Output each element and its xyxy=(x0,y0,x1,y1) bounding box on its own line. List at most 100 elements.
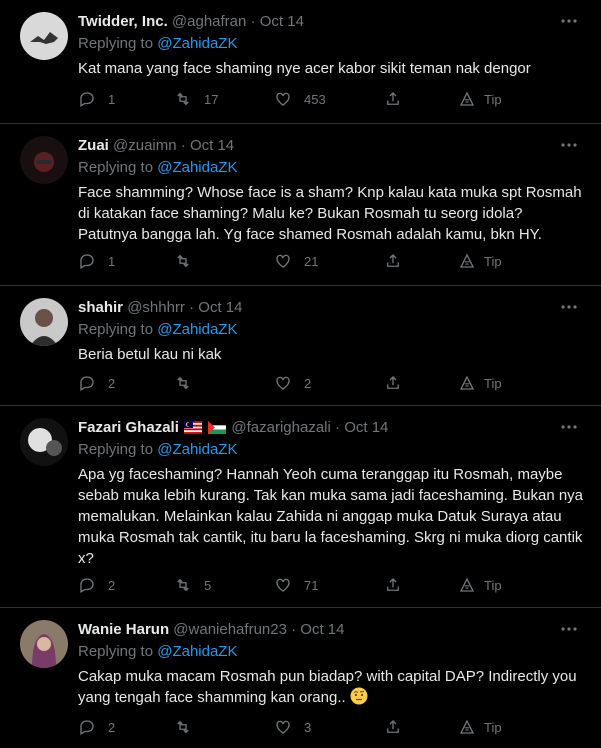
user-handle[interactable]: @zuaimn xyxy=(113,137,177,154)
retweet-button[interactable] xyxy=(174,716,204,738)
tweet-text: Beria betul kau ni kak xyxy=(78,346,222,363)
tweet-date[interactable]: Oct 14 xyxy=(198,299,242,316)
retweet-count: 17 xyxy=(204,91,219,107)
tweet[interactable]: shahir @shhhrr · Oct 14 Replying to @Zah… xyxy=(0,286,601,406)
display-name[interactable]: Twidder, Inc. xyxy=(78,13,168,30)
retweet-icon xyxy=(177,578,189,592)
more-icon[interactable] xyxy=(559,300,579,314)
reply-count: 2 xyxy=(108,375,116,391)
tweet[interactable]: Zuai @zuaimn · Oct 14 Replying to @Zahid… xyxy=(0,124,601,286)
share-icon xyxy=(387,376,399,389)
replying-to-link[interactable]: @ZahidaZK xyxy=(157,159,237,176)
tip-button[interactable]: Tip xyxy=(458,250,502,272)
avatar[interactable] xyxy=(20,136,68,184)
avatar[interactable] xyxy=(20,298,68,346)
tweet[interactable]: Wanie Harun @waniehafrun23 · Oct 14 Repl… xyxy=(0,608,601,748)
replying-to: Replying to @ZahidaZK xyxy=(78,440,583,460)
more-icon[interactable] xyxy=(559,14,579,28)
more-icon[interactable] xyxy=(559,138,579,152)
like-count: 3 xyxy=(304,719,312,735)
tip-icon xyxy=(459,91,475,106)
reply-button[interactable]: 2 xyxy=(78,574,115,596)
tip-label: Tip xyxy=(484,719,502,735)
share-button[interactable] xyxy=(384,574,414,596)
reply-button[interactable]: 1 xyxy=(78,88,115,110)
replying-to-prefix: Replying to xyxy=(78,159,158,176)
retweet-count: 5 xyxy=(204,577,212,593)
user-handle[interactable]: @shhhrr xyxy=(127,299,185,316)
retweet-button[interactable] xyxy=(174,372,204,394)
share-button[interactable] xyxy=(384,372,414,394)
replying-to-link[interactable]: @ZahidaZK xyxy=(157,321,237,338)
replying-to: Replying to @ZahidaZK xyxy=(78,320,583,340)
share-icon xyxy=(387,254,399,267)
user-handle[interactable]: @fazarighazali xyxy=(231,419,330,436)
reply-button[interactable]: 2 xyxy=(78,716,115,738)
retweet-icon xyxy=(177,720,189,734)
tweet-date[interactable]: Oct 14 xyxy=(300,621,344,638)
retweet-icon xyxy=(177,376,189,390)
heart-icon xyxy=(276,376,290,390)
reply-icon xyxy=(80,720,94,735)
like-button[interactable]: 2 xyxy=(274,372,311,394)
display-name[interactable]: Wanie Harun xyxy=(78,621,169,638)
tip-label: Tip xyxy=(484,577,502,593)
tweet-date[interactable]: Oct 14 xyxy=(190,137,234,154)
reply-button[interactable]: 1 xyxy=(78,250,115,272)
share-button[interactable] xyxy=(384,716,414,738)
tweet-date[interactable]: Oct 14 xyxy=(344,419,388,436)
share-button[interactable] xyxy=(384,250,414,272)
retweet-button[interactable] xyxy=(174,250,204,272)
more-icon[interactable] xyxy=(559,622,579,636)
tip-button[interactable]: Tip xyxy=(458,372,502,394)
display-name[interactable]: Fazari Ghazali xyxy=(78,419,179,436)
reply-count: 1 xyxy=(108,91,116,107)
retweet-icon xyxy=(177,92,189,106)
replying-to-link[interactable]: @ZahidaZK xyxy=(157,441,237,458)
more-icon[interactable] xyxy=(559,420,579,434)
tip-button[interactable]: Tip xyxy=(458,574,502,596)
tip-button[interactable]: Tip xyxy=(458,88,502,110)
share-icon xyxy=(387,92,399,105)
heart-icon xyxy=(276,578,290,592)
display-name[interactable]: Zuai xyxy=(78,137,109,154)
reply-icon xyxy=(80,578,94,593)
tweet[interactable]: Fazari Ghazali @fazarighazali · Oct 14 R… xyxy=(0,406,601,608)
display-name[interactable]: shahir xyxy=(78,299,123,316)
reply-icon xyxy=(80,92,94,107)
tip-button[interactable]: Tip xyxy=(458,716,502,738)
replying-to: Replying to @ZahidaZK xyxy=(78,158,583,178)
like-count: 2 xyxy=(304,375,312,391)
retweet-button[interactable]: 17 xyxy=(174,88,218,110)
action-bar: 2 3 Tip xyxy=(78,716,583,738)
separator-dot: · xyxy=(335,419,341,436)
tweet-date[interactable]: Oct 14 xyxy=(260,13,304,30)
retweet-button[interactable]: 5 xyxy=(174,574,211,596)
like-button[interactable]: 71 xyxy=(274,574,318,596)
like-button[interactable]: 21 xyxy=(274,250,318,272)
avatar[interactable] xyxy=(20,418,68,466)
tweet-text: Kat mana yang face shaming nye acer kabo… xyxy=(78,60,531,77)
replying-to-link[interactable]: @ZahidaZK xyxy=(157,35,237,52)
reply-button[interactable]: 2 xyxy=(78,372,115,394)
tweet[interactable]: Twidder, Inc. @aghafran · Oct 14 Replyin… xyxy=(0,0,601,124)
tweet-text: Cakap muka macam Rosmah pun biadap? with… xyxy=(78,668,577,706)
palestine-flag-icon xyxy=(208,421,227,434)
avatar[interactable] xyxy=(20,620,68,668)
like-count: 21 xyxy=(304,253,319,269)
user-handle[interactable]: @aghafran xyxy=(172,13,246,30)
tip-label: Tip xyxy=(484,91,502,107)
like-button[interactable]: 3 xyxy=(274,716,311,738)
tweet-text-container: Cakap muka macam Rosmah pun biadap? with… xyxy=(78,666,583,708)
avatar[interactable] xyxy=(20,12,68,60)
like-button[interactable]: 453 xyxy=(274,88,326,110)
tip-icon xyxy=(459,253,475,268)
replying-to-link[interactable]: @ZahidaZK xyxy=(157,643,237,660)
action-bar: 1 17 453 Tip xyxy=(78,88,583,110)
heart-icon xyxy=(276,720,290,734)
like-count: 453 xyxy=(304,91,326,107)
share-button[interactable] xyxy=(384,88,414,110)
user-handle[interactable]: @waniehafrun23 xyxy=(173,621,287,638)
share-icon xyxy=(387,720,399,733)
replying-to-prefix: Replying to xyxy=(78,643,158,660)
